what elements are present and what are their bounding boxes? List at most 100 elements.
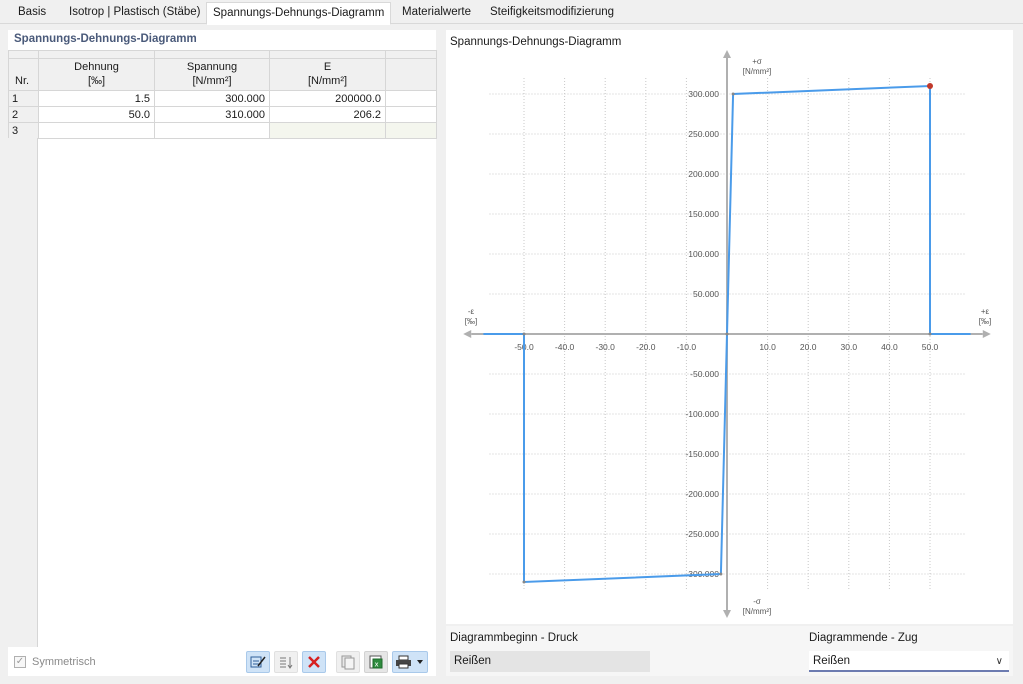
cell-dehnung[interactable]: 1.5 (38, 90, 155, 107)
data-point (725, 332, 729, 336)
cell-empty (385, 122, 437, 139)
diagram-begin-label: Diagrammbeginn - Druck (450, 632, 578, 644)
print-button[interactable] (392, 651, 428, 673)
tab-basis[interactable]: Basis (12, 2, 52, 24)
cell-dehnung[interactable] (38, 122, 155, 139)
x-tick-label: 50.0 (922, 342, 939, 352)
diagram-end-label: Diagrammende - Zug (809, 632, 918, 644)
y-axis-arrow-up (723, 50, 731, 58)
edit-table-button[interactable] (246, 651, 270, 673)
x-tick-label: -40.0 (555, 342, 575, 352)
y-tick-label: 250.000 (688, 129, 719, 139)
table-row: 1 1.5 300.000 200000.0 (8, 90, 437, 107)
table-panel: Spannungs-Dehnungs-Diagramm Nr. Dehnung … (8, 30, 437, 676)
x-axis-unit-right: [‰] (979, 317, 991, 326)
diagram-end-select[interactable]: Reißen ∨ (809, 651, 1009, 672)
column-header-dehnung[interactable]: Dehnung [‰] (38, 58, 155, 91)
cell-e-editing[interactable]: 206.2 (269, 106, 386, 123)
column-header-e[interactable]: E [N/mm²] (269, 58, 386, 91)
symmetrisch-checkbox[interactable]: ✓ (14, 656, 26, 668)
stress-strain-table: Nr. Dehnung [‰] Spannung [N/mm²] E [N/mm… (8, 50, 437, 139)
highlighted-point (927, 83, 933, 89)
header-spacer (8, 50, 39, 59)
x-axis-positive-label: +ε (981, 307, 990, 316)
y-axis-unit-top: [N/mm²] (743, 67, 771, 76)
column-header-spannung[interactable]: Spannung [N/mm²] (154, 58, 270, 91)
stress-strain-chart: -50.0 -40.0 -30.0 -20.0 -10.0 10.0 20.0 30.0 40.… (463, 50, 991, 618)
y-tick-label: 300.000 (688, 89, 719, 99)
sort-icon (280, 657, 293, 669)
diagram-begin-field: Reißen (450, 651, 650, 672)
spannung-label: Spannung (186, 61, 238, 73)
x-axis-arrow-right (982, 330, 991, 338)
e-label: E (323, 61, 332, 73)
cell-e[interactable]: 200000.0 (269, 90, 386, 107)
spannung-unit: [N/mm²] (192, 75, 232, 87)
data-point (522, 580, 526, 584)
x-tick-label: 20.0 (800, 342, 817, 352)
table-title: Spannungs-Dehnungs-Diagramm (14, 33, 197, 45)
row-number: 2 (8, 106, 39, 123)
diagram-end-value: Reißen (813, 655, 851, 667)
y-tick-label: 50.000 (693, 289, 719, 299)
y-axis-unit-bottom: [N/mm²] (743, 607, 771, 616)
dehnung-unit: [‰] (87, 75, 106, 87)
x-tick-label: -20.0 (636, 342, 656, 352)
y-tick-label: -200.000 (685, 489, 719, 499)
x-axis-unit-left: [‰] (465, 317, 477, 326)
table-footer: ✓ Symmetrisch x (8, 648, 436, 676)
x-tick-label: 30.0 (841, 342, 858, 352)
y-axis-negative-label: -σ (753, 597, 761, 606)
data-point (719, 572, 723, 576)
tab-steifigkeitsmodifizierung[interactable]: Steifigkeitsmodifizierung (484, 2, 620, 24)
svg-text:x: x (375, 661, 379, 669)
y-tick-label: -100.000 (685, 409, 719, 419)
cell-spannung[interactable]: 310.000 (154, 106, 270, 123)
tab-spannungs-dehnungs-diagramm[interactable]: Spannungs-Dehnungs-Diagramm (206, 2, 392, 25)
cell-spannung[interactable] (154, 122, 270, 139)
y-tick-label: 150.000 (688, 209, 719, 219)
edit-table-icon (250, 656, 266, 668)
tab-isotrop-plastisch[interactable]: Isotrop | Plastisch (Stäbe) (63, 2, 206, 24)
x-tick-label: 10.0 (759, 342, 776, 352)
x-tick-label: -10.0 (677, 342, 697, 352)
x-tick-label: -30.0 (596, 342, 616, 352)
e-unit: [N/mm²] (307, 75, 348, 87)
x-axis-arrow-left (463, 330, 472, 338)
cell-empty (385, 90, 437, 107)
x-axis-negative-label: -ε (468, 307, 475, 316)
column-header-nr: Nr. (8, 58, 39, 91)
export-excel-icon: x (369, 655, 383, 669)
print-icon (396, 655, 423, 669)
copy-button[interactable] (336, 651, 360, 673)
column-header-empty (385, 58, 437, 91)
table-row: 3 (8, 122, 437, 139)
data-point (928, 332, 932, 336)
row-number: 3 (8, 122, 39, 139)
y-tick-label: -50.000 (690, 369, 719, 379)
cell-dehnung[interactable]: 50.0 (38, 106, 155, 123)
data-point (731, 92, 735, 96)
sort-button[interactable] (274, 651, 298, 673)
tab-materialwerte[interactable]: Materialwerte (396, 2, 477, 24)
cell-spannung[interactable]: 300.000 (154, 90, 270, 107)
y-tick-label: -150.000 (685, 449, 719, 459)
cell-empty (385, 106, 437, 123)
delete-icon (308, 656, 320, 668)
row-number: 1 (8, 90, 39, 107)
diagram-ends-panel: Diagrammbeginn - Druck Reißen Diagrammen… (446, 626, 1013, 676)
delete-button[interactable] (302, 651, 326, 673)
chevron-down-icon: ∨ (995, 656, 1003, 667)
y-tick-label: -250.000 (685, 529, 719, 539)
y-tick-label: 100.000 (688, 249, 719, 259)
symmetrisch-label: Symmetrisch (32, 656, 96, 668)
copy-icon (341, 655, 355, 670)
cell-e[interactable] (269, 122, 386, 139)
table-row: 2 50.0 310.000 206.2 (8, 106, 437, 123)
tab-bar: Basis Isotrop | Plastisch (Stäbe) Spannu… (0, 0, 1023, 25)
data-point (522, 332, 526, 336)
export-excel-button[interactable]: x (364, 651, 388, 673)
y-tick-label: 200.000 (688, 169, 719, 179)
y-axis-arrow-down (723, 610, 731, 618)
chart-panel: Spannungs-Dehnungs-Diagramm -50.0 -40.0 -3… (446, 30, 1013, 624)
